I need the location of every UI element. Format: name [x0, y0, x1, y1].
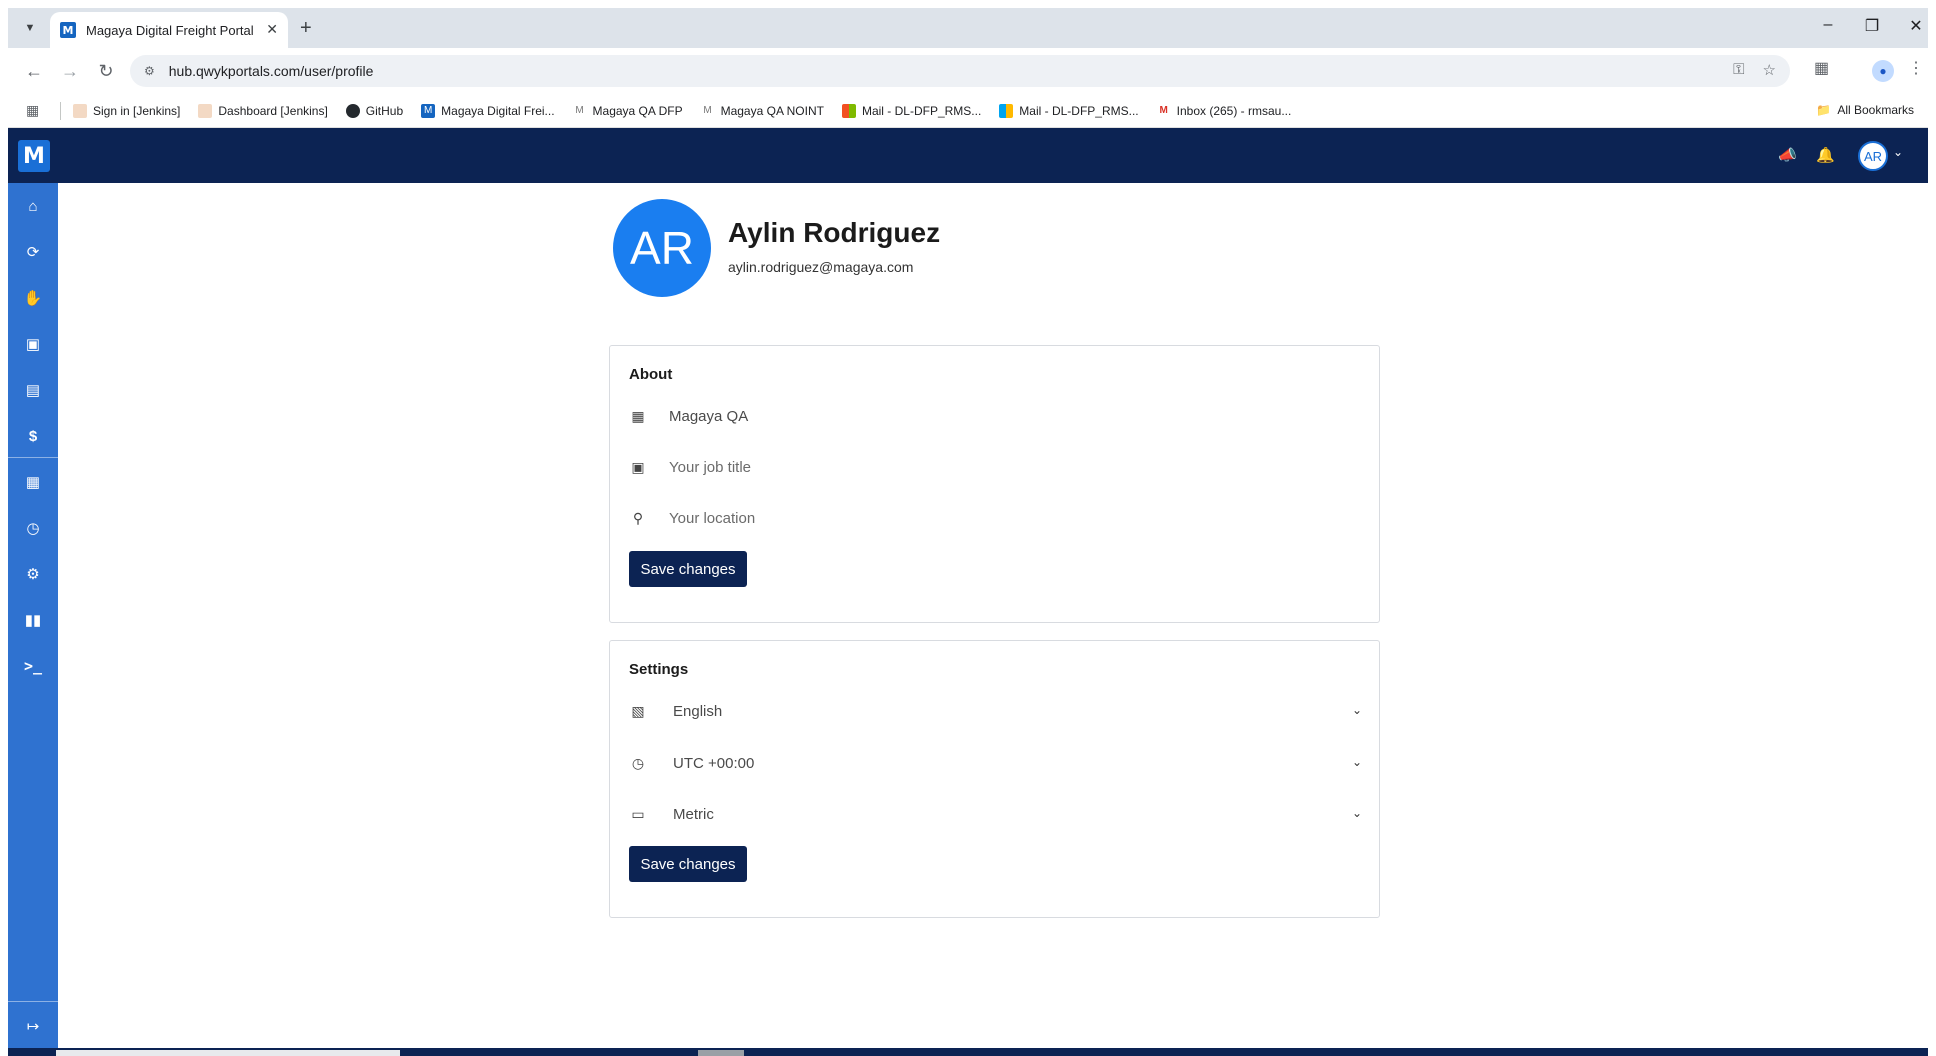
bookmark-magaya-qa-dfp[interactable]: M Magaya QA DFP: [573, 104, 682, 118]
chevron-down-icon[interactable]: ⌄: [1893, 145, 1903, 159]
reload-icon[interactable]: ↻: [94, 60, 118, 82]
settings-save-button[interactable]: Save changes: [629, 846, 747, 882]
bookmark-gmail[interactable]: M Inbox (265) - rmsau...: [1157, 104, 1291, 118]
logout-icon[interactable]: ↦: [8, 1003, 58, 1049]
clock-icon: ◷: [631, 754, 645, 771]
history-icon[interactable]: ◷: [8, 505, 58, 551]
sidebar-divider: [8, 1001, 58, 1002]
bookmark-github[interactable]: GitHub: [345, 103, 403, 118]
bookmark-jenkins-dashboard[interactable]: Dashboard [Jenkins]: [198, 103, 328, 118]
microsoft-icon: [999, 103, 1014, 118]
announcements-icon[interactable]: 📣: [1778, 146, 1797, 164]
header-user-avatar[interactable]: AR: [1858, 141, 1888, 171]
taskbar-segment: [56, 1050, 400, 1056]
gmail-icon: M: [1159, 105, 1168, 116]
location-field[interactable]: ⚲ Your location: [629, 503, 1362, 533]
browser-tabstrip: ▼ M Magaya Digital Freight Portal H ✕ + …: [8, 8, 1928, 48]
company-field[interactable]: ▦ Magaya QA: [629, 401, 1362, 431]
company-value[interactable]: Magaya QA: [669, 408, 748, 425]
building-icon: ▦: [631, 407, 645, 424]
browser-toolbar: ← → ↻ ⚙ hub.qwykportals.com/user/profile…: [8, 48, 1928, 94]
timezone-select[interactable]: ◷ UTC +00:00 ⌄: [629, 748, 1362, 778]
language-select[interactable]: ▧ English ⌄: [629, 696, 1362, 726]
location-input[interactable]: Your location: [669, 510, 755, 527]
language-icon: ▧: [631, 702, 645, 719]
profile-icon[interactable]: ●: [1872, 60, 1894, 82]
settings-title: Settings: [629, 661, 689, 678]
timezone-value[interactable]: UTC +00:00: [673, 755, 754, 772]
profile-name: Aylin Rodriguez: [728, 217, 941, 248]
bookmark-separator: [60, 101, 61, 120]
back-icon[interactable]: ←: [22, 60, 46, 82]
site-info-icon[interactable]: ⚙: [144, 64, 155, 78]
microsoft-icon: [841, 103, 856, 118]
github-icon: [345, 103, 360, 118]
jenkins-icon: [73, 103, 87, 118]
bookmark-magaya-qa-noint[interactable]: M Magaya QA NOINT: [701, 104, 824, 118]
about-save-button[interactable]: Save changes: [629, 551, 747, 587]
menu-icon[interactable]: ⋮: [1908, 58, 1924, 78]
bookmark-jenkins-signin[interactable]: Sign in [Jenkins]: [73, 103, 180, 118]
shipments-icon[interactable]: ⟳: [8, 229, 58, 275]
job-title-field[interactable]: ▣ Your job title: [629, 452, 1362, 482]
library-icon[interactable]: ▮▮: [8, 597, 58, 643]
chevron-down-icon[interactable]: ⌄: [1352, 755, 1362, 769]
url-text[interactable]: hub.qwykportals.com/user/profile: [169, 63, 374, 79]
chevron-down-icon[interactable]: ⌄: [1352, 806, 1362, 820]
taskbar-strip: [8, 1048, 1928, 1056]
quotes-icon[interactable]: ✋: [8, 275, 58, 321]
ruler-icon: ▭: [631, 805, 645, 822]
all-bookmarks[interactable]: 📁 All Bookmarks: [1816, 103, 1914, 117]
billing-icon[interactable]: $: [8, 413, 58, 459]
profile-email: aylin.rodriguez@magaya.com: [728, 259, 914, 275]
bookmark-star-icon[interactable]: ☆: [1763, 61, 1776, 79]
tab-search-icon[interactable]: ▼: [18, 16, 42, 40]
magaya-logo[interactable]: M: [18, 140, 50, 172]
magaya-icon: M: [421, 103, 436, 118]
close-window-icon[interactable]: ✕: [1904, 16, 1928, 36]
address-bar[interactable]: ⚙ hub.qwykportals.com/user/profile ⚿ ☆: [130, 55, 1790, 87]
magaya-favicon-icon: M: [60, 22, 76, 38]
apps-grid-icon[interactable]: ▦: [26, 102, 50, 119]
taskbar-segment: [698, 1050, 744, 1056]
password-key-icon[interactable]: ⚿: [1733, 61, 1744, 79]
settings-card: Settings ▧ English ⌄ ◷ UTC +00:00 ⌄ ▭ Me…: [609, 640, 1380, 918]
settings-icon[interactable]: ⚙: [8, 551, 58, 597]
units-select[interactable]: ▭ Metric ⌄: [629, 799, 1362, 829]
home-icon[interactable]: ⌂: [8, 183, 58, 229]
about-title: About: [629, 366, 673, 383]
units-value[interactable]: Metric: [673, 806, 714, 823]
profile-avatar: AR: [613, 199, 711, 297]
close-tab-icon[interactable]: ✕: [266, 21, 278, 38]
new-tab-icon[interactable]: +: [300, 16, 312, 40]
location-pin-icon: ⚲: [632, 509, 644, 526]
folder-icon: 📁: [1816, 103, 1832, 117]
sidebar-divider: [8, 457, 58, 458]
notifications-bell-icon[interactable]: 🔔: [1816, 146, 1835, 164]
forward-icon[interactable]: →: [58, 60, 82, 82]
tab-title: Magaya Digital Freight Portal H: [86, 22, 256, 38]
app-header: M 📣 🔔 AR ⌄: [8, 128, 1928, 183]
bookmark-mail-1[interactable]: Mail - DL-DFP_RMS...: [841, 103, 981, 118]
extensions-icon[interactable]: ▦: [1814, 58, 1829, 78]
jenkins-icon: [198, 103, 213, 118]
warehouse-icon[interactable]: ▦: [8, 459, 58, 505]
bookmarks-bar: ▦ Sign in [Jenkins] Dashboard [Jenkins] …: [8, 94, 1928, 128]
chevron-down-icon[interactable]: ⌄: [1352, 703, 1362, 717]
terminal-icon[interactable]: >_: [8, 643, 58, 689]
about-card: About ▦ Magaya QA ▣ Your job title ⚲ You…: [609, 345, 1380, 623]
documents-icon[interactable]: ▤: [8, 367, 58, 413]
restore-icon[interactable]: ❐: [1860, 16, 1884, 36]
minimize-icon[interactable]: –: [1816, 16, 1840, 34]
bookmark-mail-2[interactable]: Mail - DL-DFP_RMS...: [999, 103, 1139, 118]
briefcase-icon: ▣: [631, 458, 645, 475]
bookmark-magaya-dfp[interactable]: M Magaya Digital Frei...: [421, 103, 555, 118]
magaya-icon: M: [575, 105, 584, 116]
language-value[interactable]: English: [673, 703, 722, 720]
magaya-icon: M: [703, 105, 712, 116]
sidebar-nav: ⌂ ⟳ ✋ ▣ ▤ $ ▦ ◷ ⚙ ▮▮ >_ ↦: [8, 183, 58, 1056]
browser-tab[interactable]: M Magaya Digital Freight Portal H ✕: [50, 12, 288, 48]
bookings-icon[interactable]: ▣: [8, 321, 58, 367]
job-title-input[interactable]: Your job title: [669, 459, 751, 476]
